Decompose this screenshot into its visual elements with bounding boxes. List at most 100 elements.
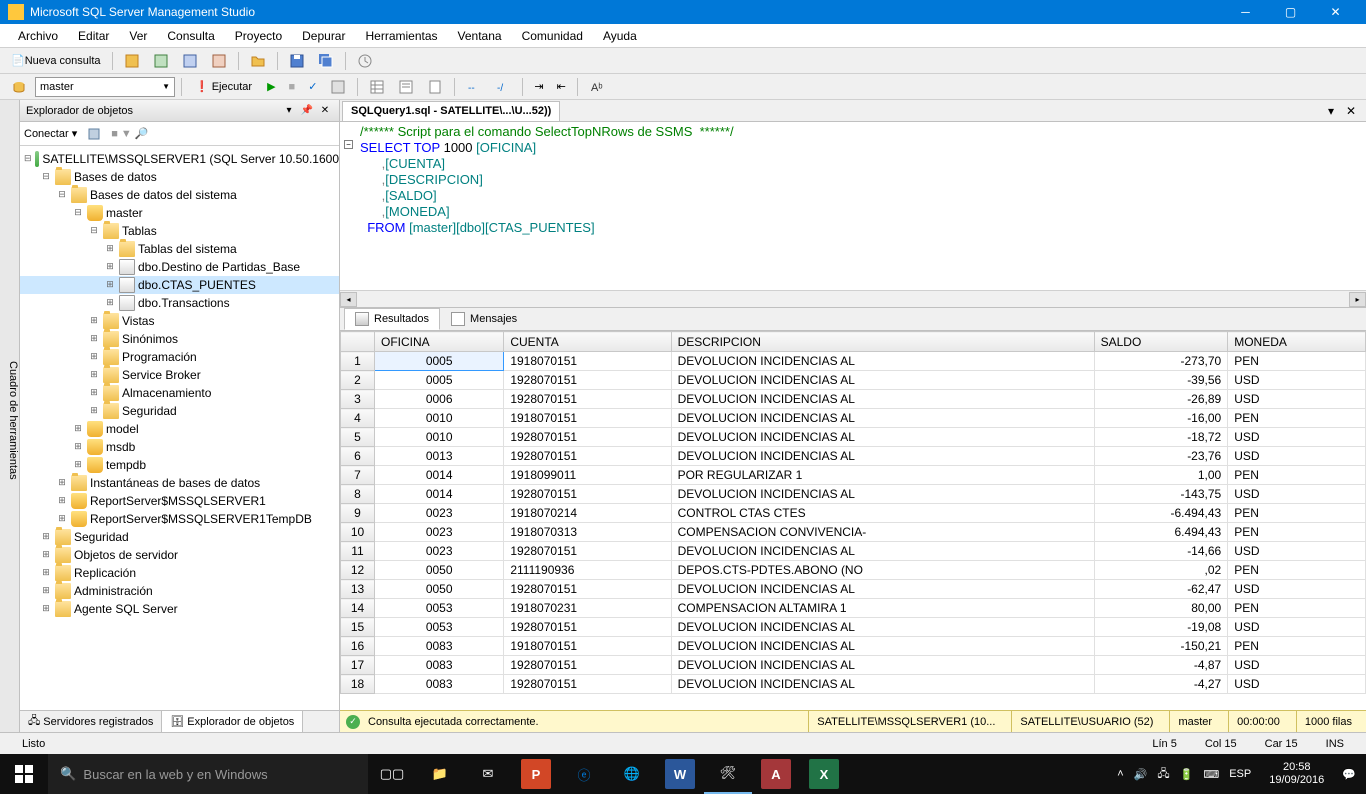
expand-icon[interactable]: ⊞ [72, 460, 84, 470]
cell[interactable]: 1918070151 [504, 352, 671, 371]
expand-icon[interactable]: ⊞ [104, 280, 116, 290]
cell[interactable]: -4,87 [1094, 656, 1228, 675]
taskbar-clock[interactable]: 20:58 19/09/2016 [1261, 761, 1332, 787]
messages-tab[interactable]: Mensajes [440, 308, 528, 330]
cell[interactable]: 2 [341, 371, 375, 390]
comment-icon[interactable]: -- [461, 76, 487, 98]
expand-icon[interactable]: ⊞ [40, 604, 52, 614]
toolbar-icon[interactable] [325, 76, 351, 98]
action-center-icon[interactable]: 💬 [1342, 768, 1356, 781]
taskbar-search[interactable]: 🔍 Buscar en la web y en Windows [48, 754, 368, 794]
cell[interactable]: DEVOLUCION INCIDENCIAS AL [671, 542, 1094, 561]
object-tree[interactable]: ⊟SATELLITE\MSSQLSERVER1 (SQL Server 10.5… [20, 146, 339, 710]
cell[interactable]: 0006 [375, 390, 504, 409]
cell[interactable]: PEN [1228, 523, 1366, 542]
cell[interactable]: 0014 [375, 485, 504, 504]
cell[interactable]: USD [1228, 428, 1366, 447]
access-icon[interactable]: A [761, 759, 791, 789]
tree-node[interactable]: ⊞Seguridad [20, 402, 339, 420]
tree-node[interactable]: ⊞ReportServer$MSSQLSERVER1TempDB [20, 510, 339, 528]
table-row[interactable]: 900231918070214CONTROL CTAS CTES-6.494,4… [341, 504, 1366, 523]
tree-node[interactable]: ⊞Seguridad [20, 528, 339, 546]
expand-icon[interactable]: ⊟ [40, 172, 52, 182]
stop-icon[interactable]: ■ [284, 76, 301, 98]
toolbar-icon[interactable] [206, 50, 232, 72]
cell[interactable]: 1928070151 [504, 618, 671, 637]
dropdown-icon[interactable]: ▾ [1328, 104, 1346, 118]
outline-collapse-icon[interactable]: − [344, 140, 353, 149]
expand-icon[interactable]: ⊞ [104, 298, 116, 308]
cell[interactable]: 0053 [375, 618, 504, 637]
expand-icon[interactable]: ⊞ [88, 316, 100, 326]
uncomment-icon[interactable]: -/ [490, 76, 516, 98]
expand-icon[interactable]: ⊞ [40, 568, 52, 578]
tree-node[interactable]: ⊞Agente SQL Server [20, 600, 339, 618]
expand-icon[interactable]: ⊞ [40, 586, 52, 596]
cell[interactable]: PEN [1228, 409, 1366, 428]
menu-archivo[interactable]: Archivo [8, 26, 68, 46]
chrome-icon[interactable]: 🌐 [608, 754, 656, 794]
disconnect-icon[interactable] [81, 123, 107, 145]
cell[interactable]: 11 [341, 542, 375, 561]
cell[interactable]: DEVOLUCION INCIDENCIAS AL [671, 447, 1094, 466]
cell[interactable]: -273,70 [1094, 352, 1228, 371]
network-icon[interactable]: 🖧 [1157, 765, 1169, 784]
cell[interactable]: -19,08 [1094, 618, 1228, 637]
menu-comunidad[interactable]: Comunidad [512, 26, 593, 46]
new-query-button[interactable]: 📄 Nueva consulta [6, 50, 106, 72]
tree-node[interactable]: ⊞Tablas del sistema [20, 240, 339, 258]
cell[interactable]: 0023 [375, 542, 504, 561]
cell[interactable]: PEN [1228, 599, 1366, 618]
editor-hscroll[interactable]: ◂ ▸ [340, 290, 1366, 307]
object-explorer-tab[interactable]: 🗄Explorador de objetos [162, 711, 303, 732]
cell[interactable]: DEVOLUCION INCIDENCIAS AL [671, 371, 1094, 390]
tree-node[interactable]: ⊞Service Broker [20, 366, 339, 384]
tree-node[interactable]: ⊞msdb [20, 438, 339, 456]
table-row[interactable]: 1600831918070151DEVOLUCION INCIDENCIAS A… [341, 637, 1366, 656]
cell[interactable]: POR REGULARIZAR 1 [671, 466, 1094, 485]
cell[interactable]: 0050 [375, 561, 504, 580]
results-tab[interactable]: Resultados [344, 308, 440, 330]
cell[interactable]: -39,56 [1094, 371, 1228, 390]
cell[interactable]: DEVOLUCION INCIDENCIAS AL [671, 390, 1094, 409]
cell[interactable]: CONTROL CTAS CTES [671, 504, 1094, 523]
activity-icon[interactable] [352, 50, 378, 72]
cell[interactable]: 0023 [375, 504, 504, 523]
table-row[interactable]: 600131928070151DEVOLUCION INCIDENCIAS AL… [341, 447, 1366, 466]
cell[interactable]: PEN [1228, 561, 1366, 580]
cell[interactable]: -16,00 [1094, 409, 1228, 428]
cell[interactable]: USD [1228, 656, 1366, 675]
tree-node[interactable]: ⊞Vistas [20, 312, 339, 330]
volume-icon[interactable]: 🔊 [1134, 768, 1148, 781]
cell[interactable]: 0050 [375, 580, 504, 599]
tree-node[interactable]: ⊞Instantáneas de bases de datos [20, 474, 339, 492]
cell[interactable]: USD [1228, 580, 1366, 599]
menu-herramientas[interactable]: Herramientas [355, 26, 447, 46]
cell[interactable]: 1,00 [1094, 466, 1228, 485]
file-explorer-icon[interactable]: 📁 [416, 754, 464, 794]
table-row[interactable]: 500101928070151DEVOLUCION INCIDENCIAS AL… [341, 428, 1366, 447]
cell[interactable]: -23,76 [1094, 447, 1228, 466]
cell[interactable]: DEVOLUCION INCIDENCIAS AL [671, 637, 1094, 656]
cell[interactable]: 2111190936 [504, 561, 671, 580]
outdent-icon[interactable]: ⇤ [552, 76, 571, 98]
open-icon[interactable] [245, 50, 271, 72]
column-header[interactable]: OFICINA [375, 332, 504, 352]
table-row[interactable]: 300061928070151DEVOLUCION INCIDENCIAS AL… [341, 390, 1366, 409]
tree-node[interactable]: ⊞Almacenamiento [20, 384, 339, 402]
ssms-taskbar-icon[interactable]: 🛠 [704, 754, 752, 794]
cell[interactable]: 7 [341, 466, 375, 485]
expand-icon[interactable]: ⊞ [88, 334, 100, 344]
scroll-left-icon[interactable]: ◂ [340, 292, 357, 307]
cell[interactable]: 1928070151 [504, 447, 671, 466]
cell[interactable]: 1918070151 [504, 637, 671, 656]
registered-servers-tab[interactable]: 🖧Servidores registrados [20, 711, 162, 732]
close-icon[interactable]: ✕ [1346, 104, 1364, 118]
toolbar-icon[interactable] [148, 50, 174, 72]
column-header[interactable]: SALDO [1094, 332, 1228, 352]
cell[interactable]: 1928070151 [504, 371, 671, 390]
table-row[interactable]: 700141918099011POR REGULARIZAR 11,00PEN [341, 466, 1366, 485]
cell[interactable]: 4 [341, 409, 375, 428]
cell[interactable]: ,02 [1094, 561, 1228, 580]
table-row[interactable]: 400101918070151DEVOLUCION INCIDENCIAS AL… [341, 409, 1366, 428]
